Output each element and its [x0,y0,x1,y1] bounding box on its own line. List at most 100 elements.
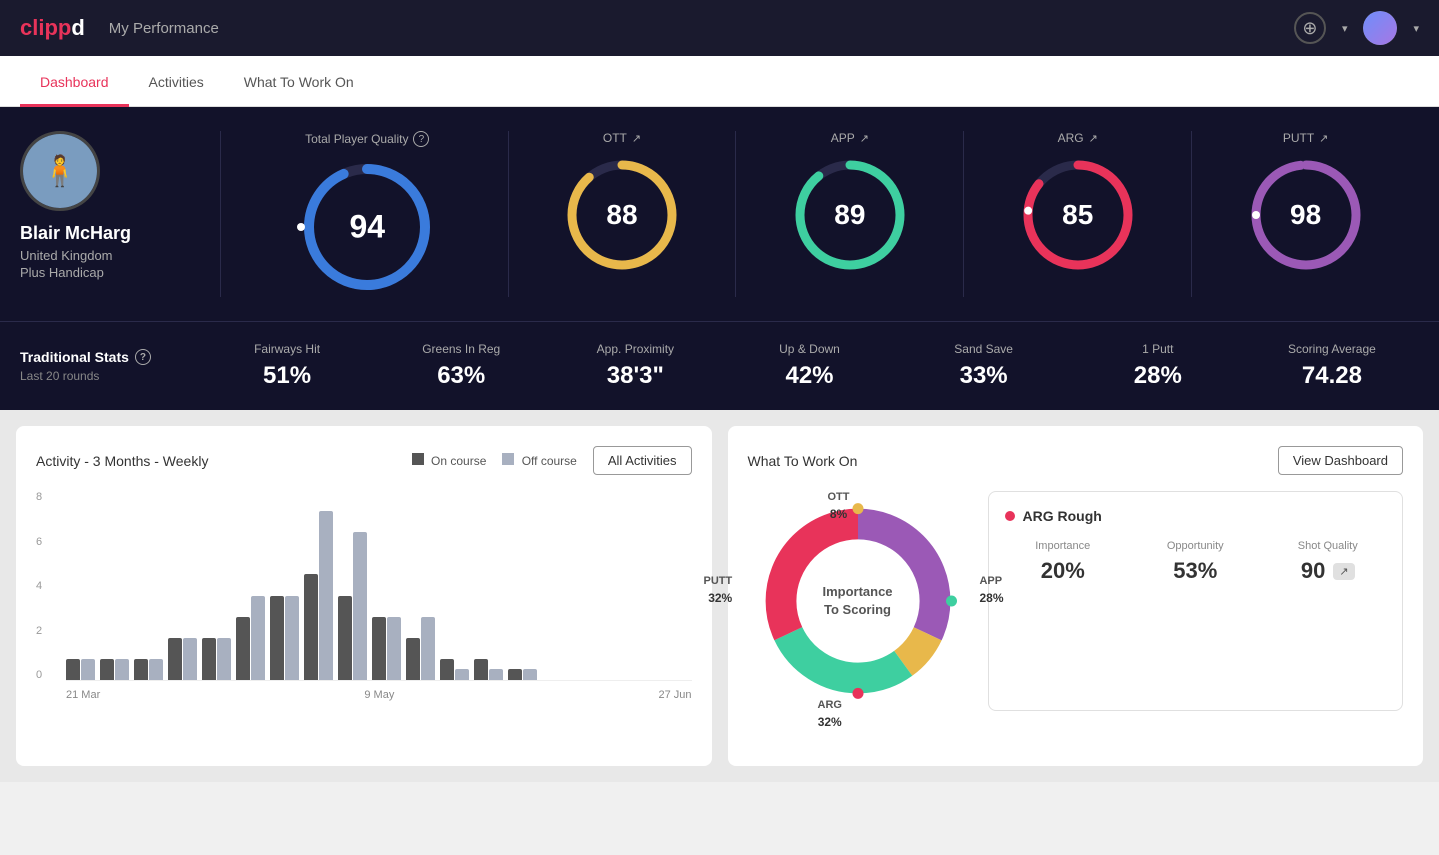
donut-label-arg: ARG 32% [818,695,842,731]
stat-fairways: Fairways Hit 51% [200,342,374,390]
activity-legend: On course Off course [412,453,577,468]
activity-title: Activity - 3 Months - Weekly [36,453,208,469]
avatar-dropdown-arrow: ▾ [1413,22,1419,35]
bar-chart-x-labels: 21 Mar 9 May 27 Jun [66,689,692,701]
bar-on-course [304,574,318,680]
donut-chart-container: ImportanceTo Scoring OTT 8% APP 28% ARG … [748,491,968,711]
legend-on-course-dot [412,453,424,465]
donut-chart: ImportanceTo Scoring [748,491,968,711]
view-dashboard-button[interactable]: View Dashboard [1278,446,1403,475]
detail-shot-quality: Shot Quality 90 ↗ [1270,540,1387,584]
bar-off-course [319,511,333,680]
chart-wrapper: 8 6 4 2 0 21 Mar 9 May 27 Jun [66,491,692,701]
trad-info-icon[interactable]: ? [135,349,151,365]
putt-chart: 98 [1246,155,1366,275]
hero-section: 🧍 Blair McHarg United Kingdom Plus Handi… [0,107,1439,321]
bar-group [100,659,129,680]
bar-off-course [353,532,367,680]
add-button[interactable]: ⊕ [1294,12,1326,44]
work-detail-title: ARG Rough [1005,508,1387,524]
putt-card: PUTT ↗ 98 [1191,131,1419,297]
stat-scoring-avg: Scoring Average 74.28 [1245,342,1419,390]
work-header: What To Work On View Dashboard [748,446,1404,475]
activity-card: Activity - 3 Months - Weekly On course O… [16,426,712,766]
quality-scores: Total Player Quality ? 94 OTT ↗ [220,131,1419,297]
nav-tabs: Dashboard Activities What To Work On [0,56,1439,107]
bar-off-course [81,659,95,680]
bar-on-course [168,638,182,680]
work-title: What To Work On [748,453,858,469]
tab-dashboard[interactable]: Dashboard [20,56,129,107]
bar-chart: 8 6 4 2 0 21 Mar 9 May 27 Jun [36,491,692,711]
detail-opportunity: Opportunity 53% [1137,540,1254,584]
bar-on-course [508,669,522,680]
bar-group [338,532,367,680]
ott-card: OTT ↗ 88 [508,131,736,297]
total-quality-value: 94 [349,209,385,246]
arg-arrow: ↗ [1089,132,1098,145]
detail-importance: Importance 20% [1005,540,1122,584]
traditional-stats: Traditional Stats ? Last 20 rounds Fairw… [0,321,1439,410]
arg-card: ARG ↗ 85 [963,131,1191,297]
app-value: 89 [834,199,865,231]
bar-off-course [489,669,503,680]
tab-activities[interactable]: Activities [129,56,224,107]
bar-on-course [406,638,420,680]
app-arrow: ↗ [860,132,869,145]
arg-label: ARG ↗ [1058,131,1098,145]
avatar[interactable] [1363,11,1397,45]
putt-value: 98 [1290,199,1321,231]
bar-off-course [115,659,129,680]
stat-proximity: App. Proximity 38'3" [548,342,722,390]
bar-group [474,659,503,680]
stat-up-down: Up & Down 42% [722,342,896,390]
tab-what-to-work-on[interactable]: What To Work On [224,56,374,107]
donut-label-app: APP 28% [979,571,1003,607]
stat-sand-save: Sand Save 33% [897,342,1071,390]
info-icon[interactable]: ? [413,131,429,147]
bar-on-course [372,617,386,680]
all-activities-button[interactable]: All Activities [593,446,692,475]
bar-off-course [387,617,401,680]
bar-group [406,617,435,680]
bar-off-course [523,669,537,680]
add-icon: ⊕ [1302,18,1317,39]
trad-stats-title: Traditional Stats ? [20,349,200,365]
bar-off-course [421,617,435,680]
detail-metrics-row: Importance 20% Opportunity 53% Shot Qual… [1005,540,1387,584]
bar-group [440,659,469,680]
ott-label: OTT ↗ [603,131,641,145]
bottom-section: Activity - 3 Months - Weekly On course O… [0,410,1439,782]
work-detail-card: ARG Rough Importance 20% Opportunity 53%… [988,491,1404,711]
shot-quality-badge: ↗ [1333,563,1354,580]
bar-on-course [440,659,454,680]
bar-on-course [270,596,284,680]
bar-off-course [251,596,265,680]
legend-off-course-dot [502,453,514,465]
bar-on-course [134,659,148,680]
bar-group [236,596,265,680]
bar-on-course [474,659,488,680]
bar-chart-area [66,491,692,681]
profile-avatar: 🧍 [20,131,100,211]
avatar-image [1363,11,1397,45]
header-title: My Performance [109,20,1294,37]
bar-group [168,638,197,680]
work-card: What To Work On View Dashboard [728,426,1424,766]
y-axis: 8 6 4 2 0 [36,491,42,681]
total-quality-chart: 94 [297,157,437,297]
bar-off-course [183,638,197,680]
bar-on-course [236,617,250,680]
profile-country: United Kingdom [20,248,113,263]
bar-off-course [455,669,469,680]
ott-arrow: ↗ [632,132,641,145]
bar-group [304,511,333,680]
activity-header: Activity - 3 Months - Weekly On course O… [36,446,692,475]
legend-off-course: Off course [502,453,576,468]
bar-group [134,659,163,680]
trad-stats-sublabel: Last 20 rounds [20,369,200,383]
bar-on-course [338,596,352,680]
ott-chart: 88 [562,155,682,275]
stat-greens: Greens In Reg 63% [374,342,548,390]
bar-off-course [149,659,163,680]
